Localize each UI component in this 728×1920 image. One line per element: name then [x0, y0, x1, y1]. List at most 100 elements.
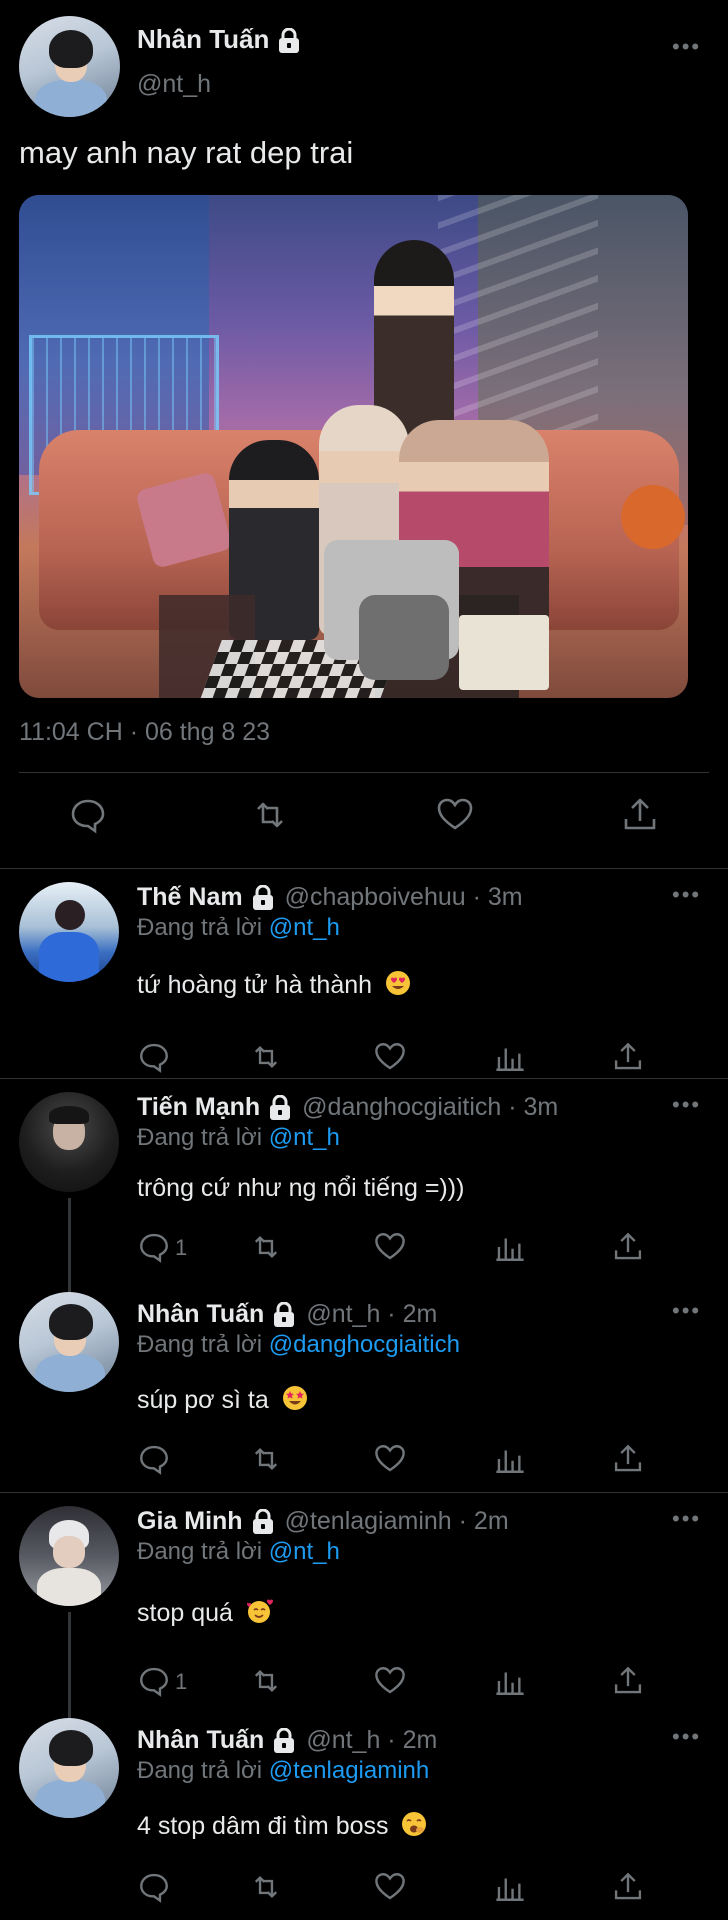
views-icon[interactable]	[493, 1230, 527, 1264]
tweet-text: may anh nay rat dep trai	[19, 135, 354, 170]
reply-text: 4 stop dâm đi tìm boss	[137, 1811, 427, 1844]
smiling-hearts-emoji	[246, 1598, 274, 1631]
mention-link[interactable]: @tenlagiaminh	[269, 1757, 429, 1784]
like-icon[interactable]	[373, 1870, 407, 1904]
more-options-icon[interactable]: •••	[672, 1506, 701, 1532]
replying-to: Đang trả lời @nt_h	[137, 1538, 340, 1566]
reply-icon[interactable]	[68, 795, 108, 835]
reply-text: súp pơ sì ta	[137, 1385, 308, 1418]
more-options-icon[interactable]: •••	[672, 882, 701, 908]
reply-count: 1	[175, 1235, 188, 1260]
views-icon[interactable]	[493, 1442, 527, 1476]
replying-to-label: Đang trả lời	[137, 914, 263, 941]
mention-link[interactable]: @nt_h	[269, 1124, 340, 1151]
author-handle[interactable]: @tenlagiaminh · 2m	[285, 1507, 509, 1535]
share-icon[interactable]	[611, 1664, 645, 1698]
avatar[interactable]	[19, 1718, 119, 1818]
like-icon[interactable]	[373, 1230, 407, 1264]
author-name[interactable]: Nhân Tuấn	[137, 24, 301, 55]
reply-tweet: Nhân Tuấn @nt_h · 2m ••• Đang trả lời @d…	[0, 1292, 728, 1492]
author-name-text: Thế Nam	[137, 883, 243, 911]
like-icon[interactable]	[373, 1442, 407, 1476]
avatar[interactable]	[19, 882, 119, 982]
author-name[interactable]: Nhân Tuấn @nt_h · 2m	[137, 1726, 437, 1755]
author-name[interactable]: Gia Minh @tenlagiaminh · 2m	[137, 1507, 509, 1536]
more-options-icon[interactable]: •••	[672, 1092, 701, 1118]
author-name-text: Nhân Tuấn	[137, 1300, 265, 1328]
author-handle[interactable]: @danghocgiaitich · 3m	[302, 1093, 558, 1121]
replying-to-label: Đang trả lời	[137, 1331, 263, 1358]
retweet-icon[interactable]	[249, 1870, 283, 1904]
author-name[interactable]: Tiến Mạnh @danghocgiaitich · 3m	[137, 1093, 558, 1122]
reply-text: tứ hoàng tử hà thành	[137, 970, 411, 1003]
reply-icon[interactable]	[137, 1870, 171, 1904]
reply-tweet: Thế Nam @chapboivehuu · 3m ••• Đang trả …	[0, 868, 728, 1078]
retweet-icon[interactable]	[249, 1664, 283, 1698]
avatar[interactable]	[19, 1292, 119, 1392]
reply-actions: 1	[137, 1664, 657, 1700]
share-icon[interactable]	[611, 1040, 645, 1074]
views-icon[interactable]	[493, 1040, 527, 1074]
reply-icon[interactable]	[137, 1230, 171, 1264]
reply-actions	[137, 1442, 657, 1478]
reply-tweet: Gia Minh @tenlagiaminh · 2m ••• Đang trả…	[0, 1492, 728, 1718]
more-options-icon[interactable]: •••	[672, 34, 701, 60]
divider	[19, 772, 709, 773]
tweet-timestamp[interactable]: 11:04 CH · 06 thg 8 23	[19, 718, 270, 747]
more-options-icon[interactable]: •••	[672, 1724, 701, 1750]
reply-text: trông cứ như ng nổi tiếng =)))	[137, 1174, 464, 1203]
reply-tweet: Nhân Tuấn @nt_h · 2m ••• Đang trả lời @t…	[0, 1718, 728, 1920]
author-name[interactable]: Thế Nam @chapboivehuu · 3m	[137, 883, 523, 912]
reply-icon[interactable]	[137, 1040, 171, 1074]
avatar[interactable]	[19, 16, 120, 117]
share-icon[interactable]	[611, 1230, 645, 1264]
replying-to-label: Đang trả lời	[137, 1124, 263, 1151]
like-icon[interactable]	[435, 795, 475, 835]
heart-eyes-emoji	[385, 970, 411, 1003]
like-icon[interactable]	[373, 1040, 407, 1074]
retweet-icon[interactable]	[250, 795, 290, 835]
main-tweet: Nhân Tuấn @nt_h ••• may anh nay rat dep …	[0, 0, 728, 868]
lock-icon	[251, 1508, 275, 1535]
replying-to-label: Đang trả lời	[137, 1538, 263, 1565]
reply-text-content: 4 stop dâm đi tìm boss	[137, 1812, 389, 1841]
reply-icon[interactable]	[137, 1664, 171, 1698]
reply-actions	[137, 1040, 657, 1076]
reply-text-content: súp pơ sì ta	[137, 1386, 269, 1415]
retweet-icon[interactable]	[249, 1442, 283, 1476]
author-handle[interactable]: @nt_h	[137, 70, 211, 99]
views-icon[interactable]	[493, 1870, 527, 1904]
replying-to: Đang trả lời @nt_h	[137, 1124, 340, 1152]
mention-link[interactable]: @nt_h	[269, 1538, 340, 1565]
reply-actions: 1	[137, 1230, 657, 1266]
share-icon[interactable]	[611, 1870, 645, 1904]
author-name[interactable]: Nhân Tuấn @nt_h · 2m	[137, 1300, 437, 1329]
star-struck-emoji	[282, 1385, 308, 1418]
author-name-text: Tiến Mạnh	[137, 1093, 261, 1121]
like-icon[interactable]	[373, 1664, 407, 1698]
share-icon[interactable]	[611, 1442, 645, 1476]
views-icon[interactable]	[493, 1664, 527, 1698]
retweet-icon[interactable]	[249, 1040, 283, 1074]
replying-to: Đang trả lời @nt_h	[137, 914, 340, 942]
share-icon[interactable]	[620, 795, 660, 835]
tweet-photo[interactable]	[19, 195, 688, 698]
avatar[interactable]	[19, 1506, 119, 1606]
retweet-icon[interactable]	[249, 1230, 283, 1264]
reply-text-content: trông cứ như ng nổi tiếng =)))	[137, 1174, 465, 1202]
reply-icon[interactable]	[137, 1442, 171, 1476]
reply-text: stop quá	[137, 1598, 274, 1631]
reply-text-content: tứ hoàng tử hà thành	[137, 971, 373, 1000]
replying-to: Đang trả lời @tenlagiaminh	[137, 1757, 429, 1785]
author-name-text: Gia Minh	[137, 1507, 243, 1535]
author-handle[interactable]: @nt_h · 2m	[306, 1300, 437, 1328]
more-options-icon[interactable]: •••	[672, 1298, 701, 1324]
avatar[interactable]	[19, 1092, 119, 1192]
author-handle[interactable]: @nt_h · 2m	[306, 1726, 437, 1754]
author-name-text: Nhân Tuấn	[137, 1726, 265, 1754]
mention-link[interactable]: @danghocgiaitich	[269, 1331, 460, 1358]
lock-icon	[268, 1094, 292, 1121]
author-handle[interactable]: @chapboivehuu · 3m	[285, 883, 523, 911]
mention-link[interactable]: @nt_h	[269, 914, 340, 941]
lock-icon	[272, 1301, 296, 1328]
